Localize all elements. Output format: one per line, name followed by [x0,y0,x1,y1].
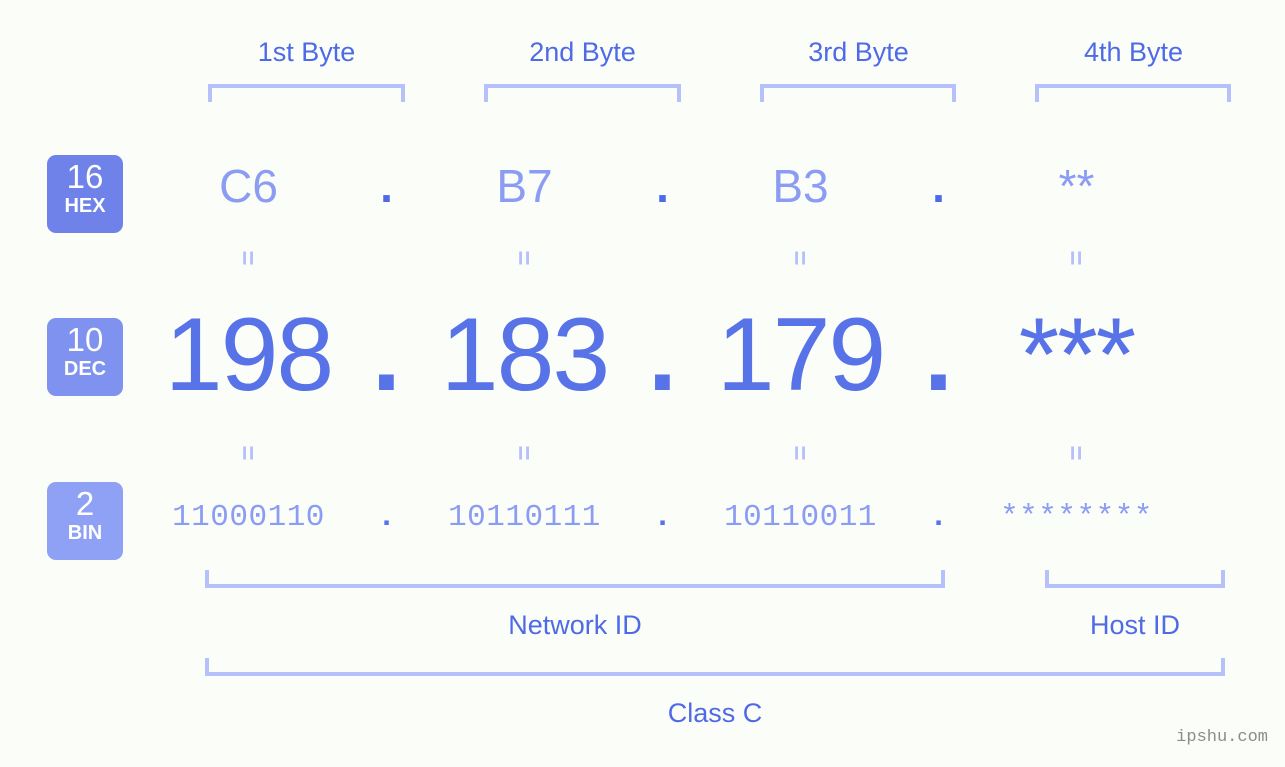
equals-spacer [623,438,702,468]
dec-separator-1: . [372,297,401,413]
dec-value-row: 198 . 183 . 179 . *** [150,295,1275,415]
class-label: Class C [667,698,763,728]
dec-byte-4: *** [1018,297,1136,413]
dec-separator-2: . [648,297,677,413]
byte-header-3: 3rd Byte [808,37,909,67]
network-id-label: Network ID [508,610,642,640]
hex-byte-3: B3 [772,160,829,212]
hex-byte-4: ** [1058,160,1095,212]
bin-value-row: 11000110 . 10110111 . 10110011 . *******… [150,490,1275,550]
equals-spacer [899,243,978,273]
base-badge-bin: 2 BIN [47,482,123,560]
bin-separator-3: . [929,500,948,535]
equals-row-hex-dec: = = = = [150,243,1275,273]
byte-bracket-2 [484,84,681,102]
equals-sign-7: = [785,445,816,461]
site-watermark: ipshu.com [1176,728,1268,747]
base-badge-dec: 10 DEC [47,318,123,396]
host-id-label: Host ID [1089,610,1181,640]
base-badge-bin-abbr: BIN [67,522,103,544]
byte-header-2: 2nd Byte [529,37,636,67]
hex-separator-1: . [380,160,393,212]
bin-byte-3: 10110011 [724,500,877,535]
base-badge-hex: 16 HEX [47,155,123,233]
bin-byte-4: ******** [1000,500,1153,535]
base-badge-hex-abbr: HEX [64,195,106,217]
network-id-bracket [205,570,945,588]
equals-spacer [623,243,702,273]
base-badge-hex-number: 16 [66,158,104,195]
class-bracket [205,658,1225,676]
bin-separator-2: . [653,500,672,535]
equals-spacer [899,438,978,468]
equals-sign-1: = [233,250,264,266]
equals-sign-6: = [509,445,540,461]
bin-separator-1: . [377,500,396,535]
equals-sign-2: = [509,250,540,266]
dec-byte-1: 198 [164,297,335,413]
equals-sign-3: = [785,250,816,266]
dec-byte-2: 183 [440,297,611,413]
equals-row-dec-bin: = = = = [150,438,1275,468]
base-badge-dec-abbr: DEC [63,358,107,380]
byte-bracket-1 [208,84,405,102]
equals-sign-8: = [1061,445,1092,461]
hex-byte-1: C6 [219,160,278,212]
byte-header-1: 1st Byte [257,37,356,67]
base-badge-bin-number: 2 [75,485,95,522]
equals-spacer [347,243,426,273]
ip-address-breakdown-diagram: 1st Byte 2nd Byte 3rd Byte 4th Byte 16 H… [0,0,1285,767]
equals-spacer [347,438,426,468]
bin-byte-1: 11000110 [172,500,325,535]
dec-separator-3: . [924,297,953,413]
host-id-bracket [1045,570,1225,588]
hex-value-row: C6 . B7 . B3 . ** [150,150,1275,230]
byte-bracket-3 [760,84,956,102]
hex-separator-3: . [932,160,945,212]
hex-byte-2: B7 [496,160,553,212]
byte-bracket-4 [1035,84,1231,102]
base-badge-dec-number: 10 [66,321,104,358]
equals-sign-5: = [233,445,264,461]
hex-separator-2: . [656,160,669,212]
byte-header-4: 4th Byte [1083,37,1184,67]
bin-byte-2: 10110111 [448,500,601,535]
dec-byte-3: 179 [716,297,887,413]
equals-sign-4: = [1061,250,1092,266]
